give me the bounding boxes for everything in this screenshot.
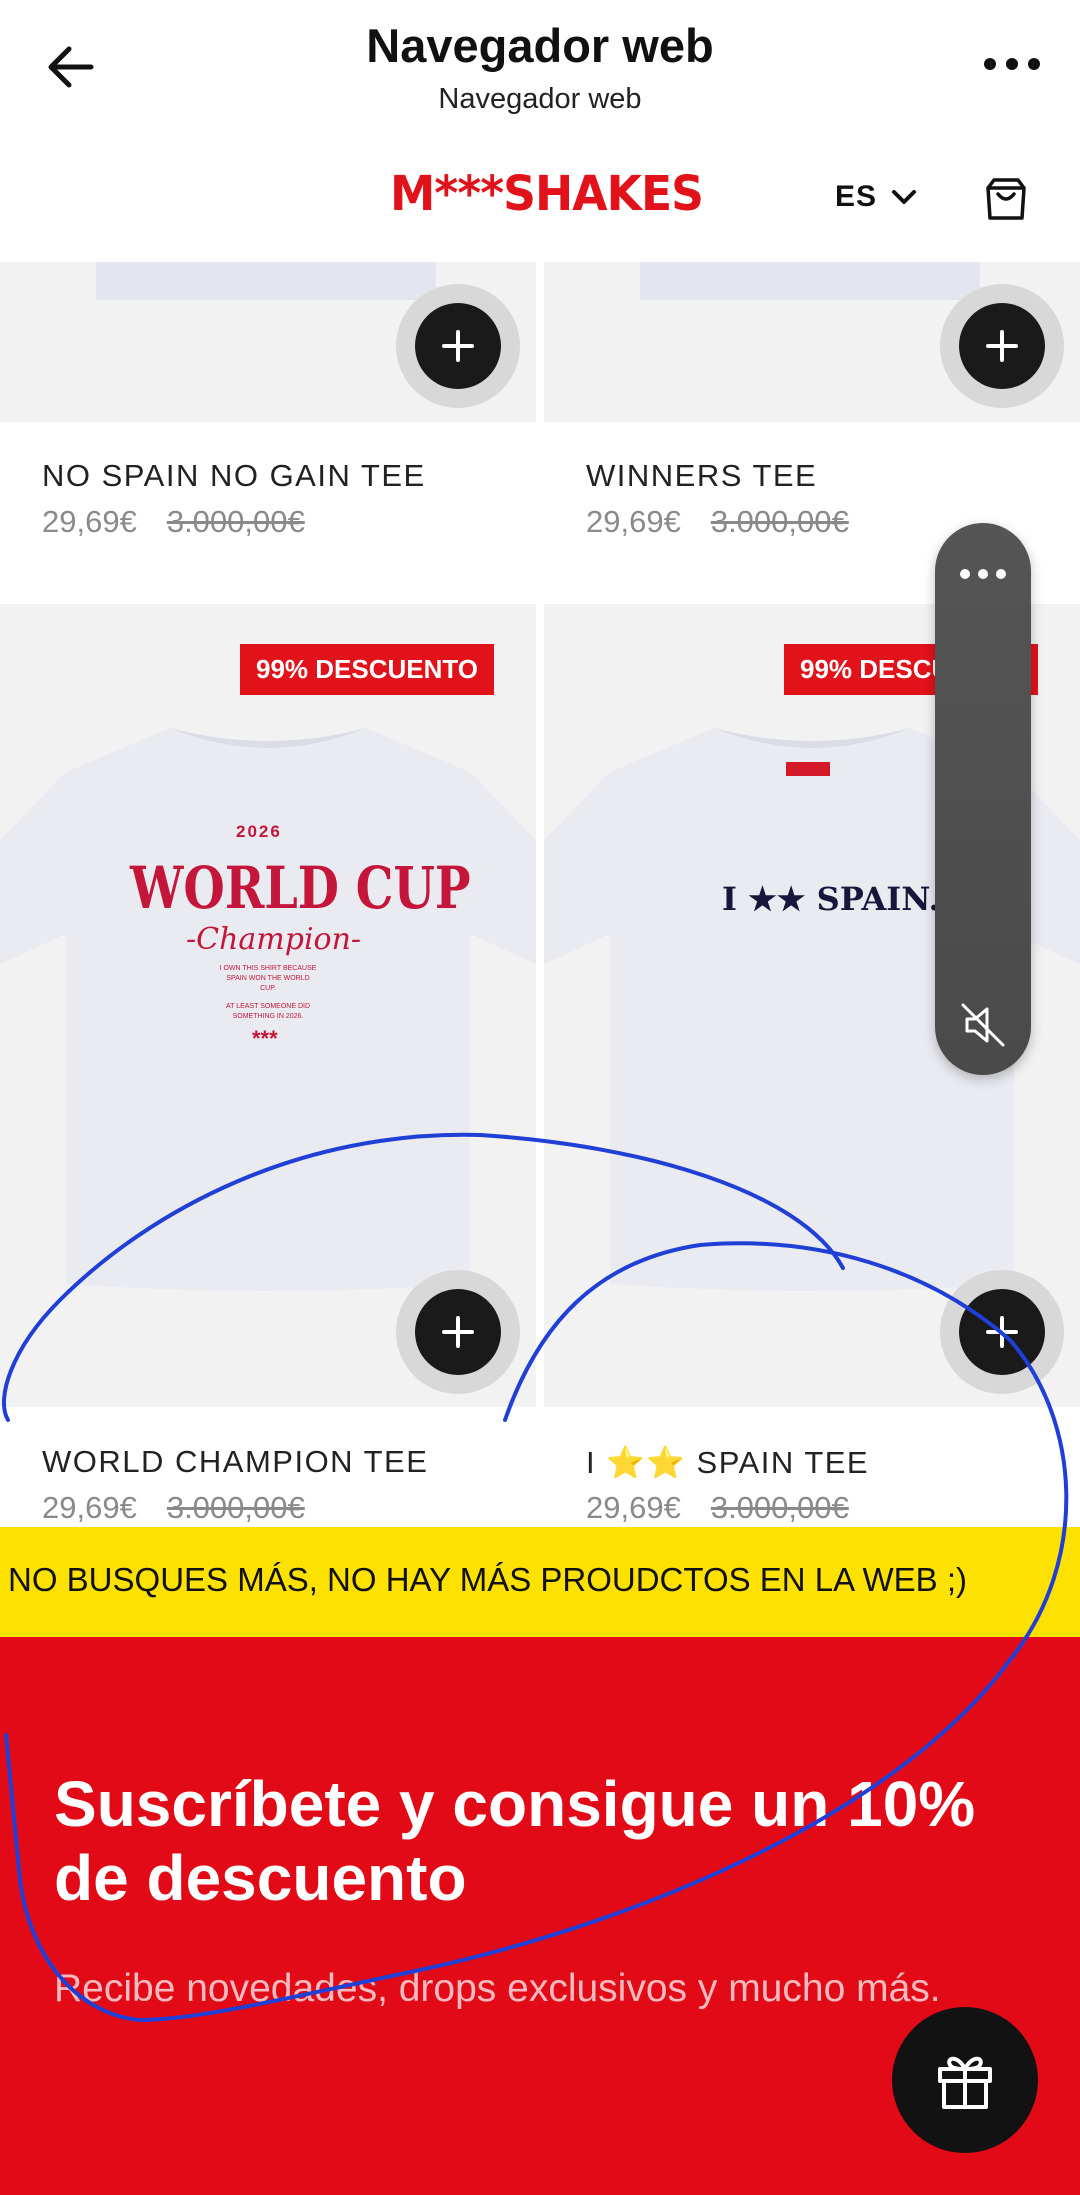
product-name[interactable]: WINNERS TEE bbox=[586, 458, 817, 494]
product-price: 29,69€ 3.000,00€ bbox=[42, 1490, 305, 1526]
product-price: 29,69€ 3.000,00€ bbox=[586, 1490, 849, 1526]
product-name[interactable]: NO SPAIN NO GAIN TEE bbox=[42, 458, 426, 494]
product-name[interactable]: WORLD CHAMPION TEE bbox=[42, 1444, 428, 1480]
gift-icon bbox=[938, 2056, 992, 2109]
add-to-cart-button[interactable] bbox=[396, 1270, 520, 1394]
tshirt-print-stamp: *** bbox=[252, 1026, 278, 1051]
current-price: 29,69€ bbox=[42, 504, 137, 539]
floating-media-widget[interactable] bbox=[935, 523, 1031, 1075]
language-selector[interactable]: ES bbox=[835, 180, 917, 214]
old-price: 3.000,00€ bbox=[710, 504, 849, 539]
product-card[interactable]: 2026 WORLD CUP -Champion- I OWN THIS SHI… bbox=[0, 604, 536, 1527]
tshirt-print-script: -Champion- bbox=[186, 922, 362, 957]
language-label: ES bbox=[835, 180, 878, 213]
plus-icon bbox=[986, 1316, 1018, 1348]
tshirt-print-year: 2026 bbox=[236, 822, 282, 841]
widget-mute-button[interactable] bbox=[935, 995, 1031, 1055]
browser-header: Navegador web Navegador web bbox=[0, 0, 1080, 140]
current-price: 29,69€ bbox=[586, 1490, 681, 1525]
widget-more-button[interactable] bbox=[935, 549, 1031, 599]
site-header: M***SHAKES ES bbox=[0, 140, 1080, 262]
old-price: 3.000,00€ bbox=[166, 504, 305, 539]
shopping-bag-icon bbox=[986, 178, 1026, 220]
gift-button[interactable] bbox=[892, 2007, 1038, 2153]
tshirt-print-text: I ★★ SPAIN. bbox=[722, 880, 940, 918]
newsletter-title: Suscríbete y consigue un 10% de descuent… bbox=[54, 1768, 976, 1914]
more-horizontal-icon bbox=[984, 58, 1040, 70]
current-price: 29,69€ bbox=[42, 1490, 137, 1525]
product-price: 29,69€ 3.000,00€ bbox=[586, 504, 849, 540]
add-to-cart-button[interactable] bbox=[940, 1270, 1064, 1394]
announcement-marquee: NO BUSQUES MÁS, NO HAY MÁS PROUDCTOS EN … bbox=[0, 1527, 1080, 1637]
plus-icon bbox=[986, 330, 1018, 362]
more-horizontal-icon bbox=[960, 569, 1006, 579]
old-price: 3.000,00€ bbox=[710, 1490, 849, 1525]
browser-title: Navegador web bbox=[366, 19, 714, 72]
tshirt-print-small-1: I OWN THIS SHIRT BECAUSE SPAIN WON THE W… bbox=[219, 965, 317, 992]
product-price: 29,69€ 3.000,00€ bbox=[42, 504, 305, 540]
add-to-cart-button[interactable] bbox=[940, 284, 1064, 408]
tshirt-print-small-2: AT LEAST SOMEONE DID SOMETHING IN 2026. bbox=[225, 1003, 311, 1020]
product-name[interactable]: I ⭐⭐ SPAIN TEE bbox=[586, 1444, 869, 1481]
site-logo[interactable]: M***SHAKES bbox=[390, 166, 704, 222]
marquee-text: NO BUSQUES MÁS, NO HAY MÁS PROUDCTOS EN … bbox=[8, 1561, 968, 1598]
newsletter-description: Recibe novedades, drops exclusivos y muc… bbox=[54, 1967, 941, 2010]
speaker-muted-icon bbox=[961, 1003, 1005, 1047]
more-options-button[interactable] bbox=[972, 42, 1052, 86]
plus-icon bbox=[442, 330, 474, 362]
tshirt-print-headline: WORLD CUP bbox=[130, 854, 471, 922]
browser-subtitle: Navegador web bbox=[438, 83, 642, 115]
plus-icon bbox=[442, 1316, 474, 1348]
product-card[interactable]: NO SPAIN NO GAIN TEE 29,69€ 3.000,00€ bbox=[0, 262, 536, 602]
current-price: 29,69€ bbox=[586, 504, 681, 539]
old-price: 3.000,00€ bbox=[166, 1490, 305, 1525]
add-to-cart-button[interactable] bbox=[396, 284, 520, 408]
discount-badge: 99% DESCUENTO bbox=[240, 644, 495, 695]
chevron-down-icon bbox=[892, 190, 917, 204]
cart-button[interactable] bbox=[982, 174, 1030, 222]
